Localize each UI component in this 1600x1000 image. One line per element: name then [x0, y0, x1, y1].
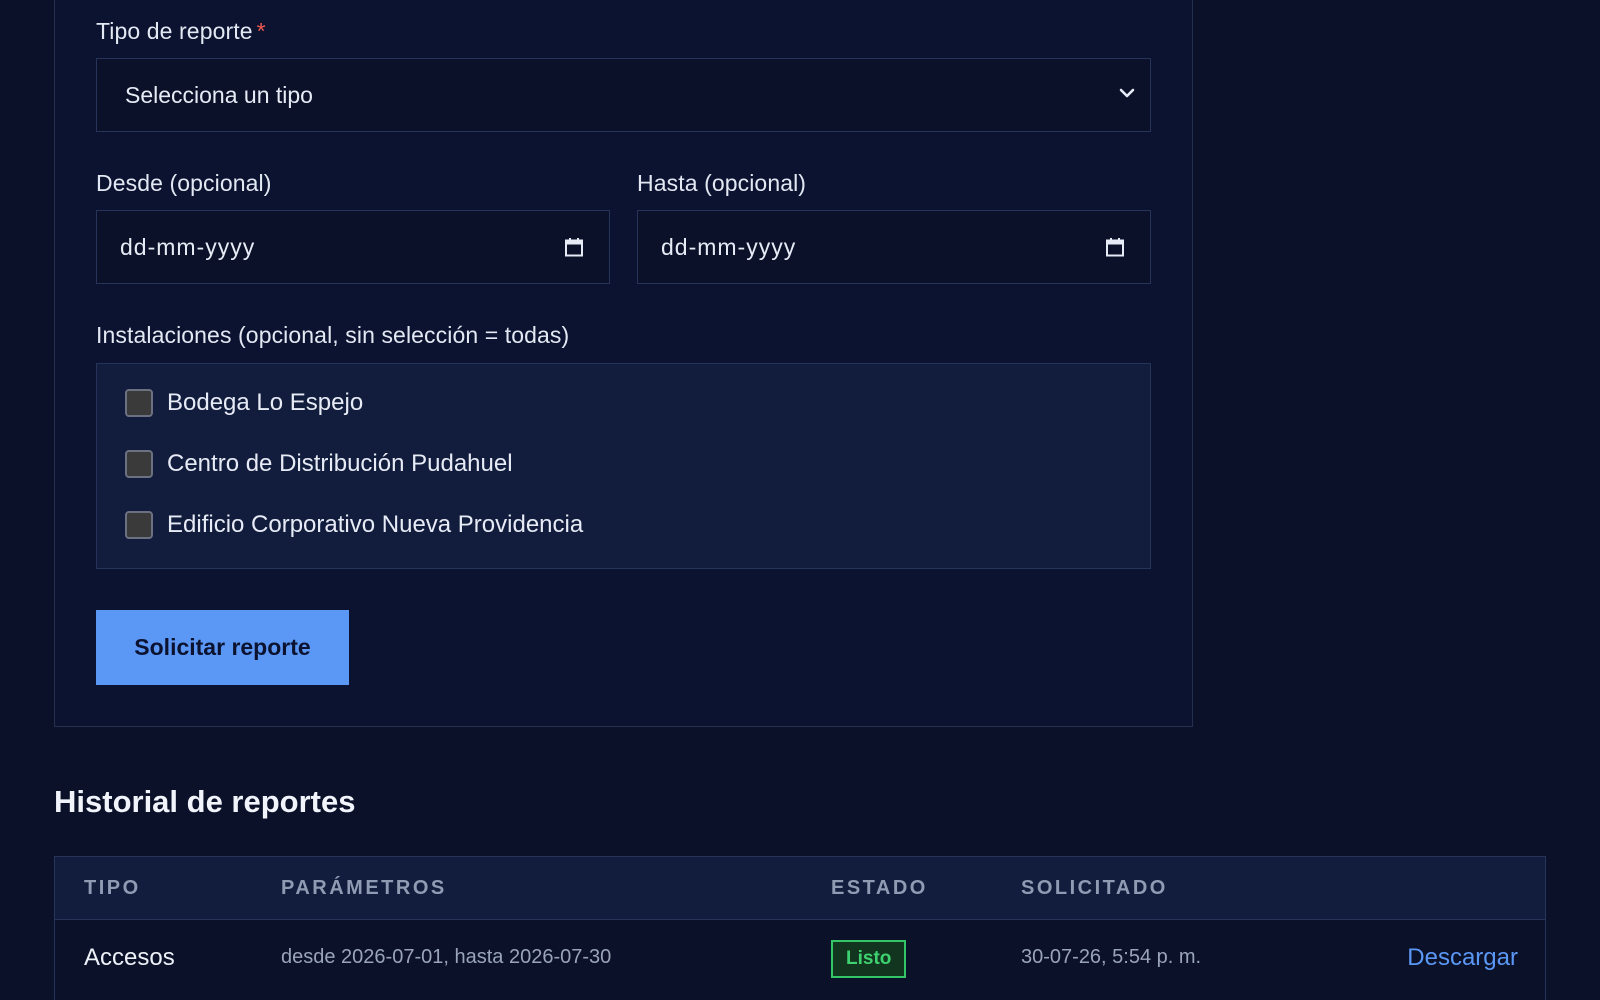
facility-checkbox[interactable] — [125, 389, 153, 417]
report-type-label-text: Tipo de reporte — [96, 18, 253, 44]
download-link[interactable]: Descargar — [1407, 944, 1518, 972]
column-header-params: PARÁMETROS — [281, 877, 447, 899]
table-row: Accesos desde 2026-07-01, hasta 2026-07-… — [55, 920, 1545, 1000]
column-header-type: TIPO — [84, 877, 141, 899]
facility-label: Centro de Distribución Pudahuel — [167, 450, 513, 477]
required-mark: * — [256, 18, 266, 44]
chevron-down-icon — [1119, 88, 1135, 98]
requested-date-cell: 30-07-26, 5:54 p. m. — [1021, 946, 1202, 968]
table-header: TIPO PARÁMETROS ESTADO SOLICITADO — [55, 857, 1545, 920]
to-date-label: Hasta (opcional) — [637, 170, 807, 196]
facility-label: Edificio Corporativo Nueva Providencia — [167, 511, 584, 538]
facilities-checkbox-group: Bodega Lo Espejo Centro de Distribución … — [96, 363, 1151, 569]
from-date-placeholder: dd-mm-yyyy — [120, 233, 256, 260]
facility-option[interactable]: Centro de Distribución Pudahuel — [125, 450, 513, 478]
report-type-select[interactable]: Selecciona un tipo — [96, 58, 1151, 132]
facility-checkbox[interactable] — [125, 511, 153, 539]
from-date-input[interactable]: dd-mm-yyyy — [96, 210, 610, 284]
calendar-icon[interactable] — [563, 236, 585, 258]
report-history-table: TIPO PARÁMETROS ESTADO SOLICITADO Acceso… — [54, 856, 1546, 1000]
to-date-placeholder: dd-mm-yyyy — [661, 233, 797, 260]
facility-option[interactable]: Bodega Lo Espejo — [125, 389, 363, 417]
column-header-status: ESTADO — [831, 877, 928, 899]
to-date-input[interactable]: dd-mm-yyyy — [637, 210, 1151, 284]
request-report-button[interactable]: Solicitar reporte — [96, 610, 349, 685]
facility-option[interactable]: Edificio Corporativo Nueva Providencia — [125, 511, 583, 539]
report-type-label: Tipo de reporte * — [96, 18, 266, 45]
facility-label: Bodega Lo Espejo — [167, 389, 364, 416]
status-badge: Listo — [831, 940, 907, 978]
report-type-select-value: Selecciona un tipo — [125, 81, 313, 108]
calendar-icon[interactable] — [1104, 236, 1126, 258]
facility-checkbox[interactable] — [125, 450, 153, 478]
from-date-label: Desde (opcional) — [96, 170, 272, 196]
report-type-cell: Accesos — [84, 944, 175, 971]
report-history-title: Historial de reportes — [54, 784, 356, 819]
report-params-cell: desde 2026-07-01, hasta 2026-07-30 — [281, 946, 612, 968]
column-header-requested: SOLICITADO — [1021, 877, 1168, 899]
facilities-label: Instalaciones (opcional, sin selección =… — [96, 322, 570, 348]
